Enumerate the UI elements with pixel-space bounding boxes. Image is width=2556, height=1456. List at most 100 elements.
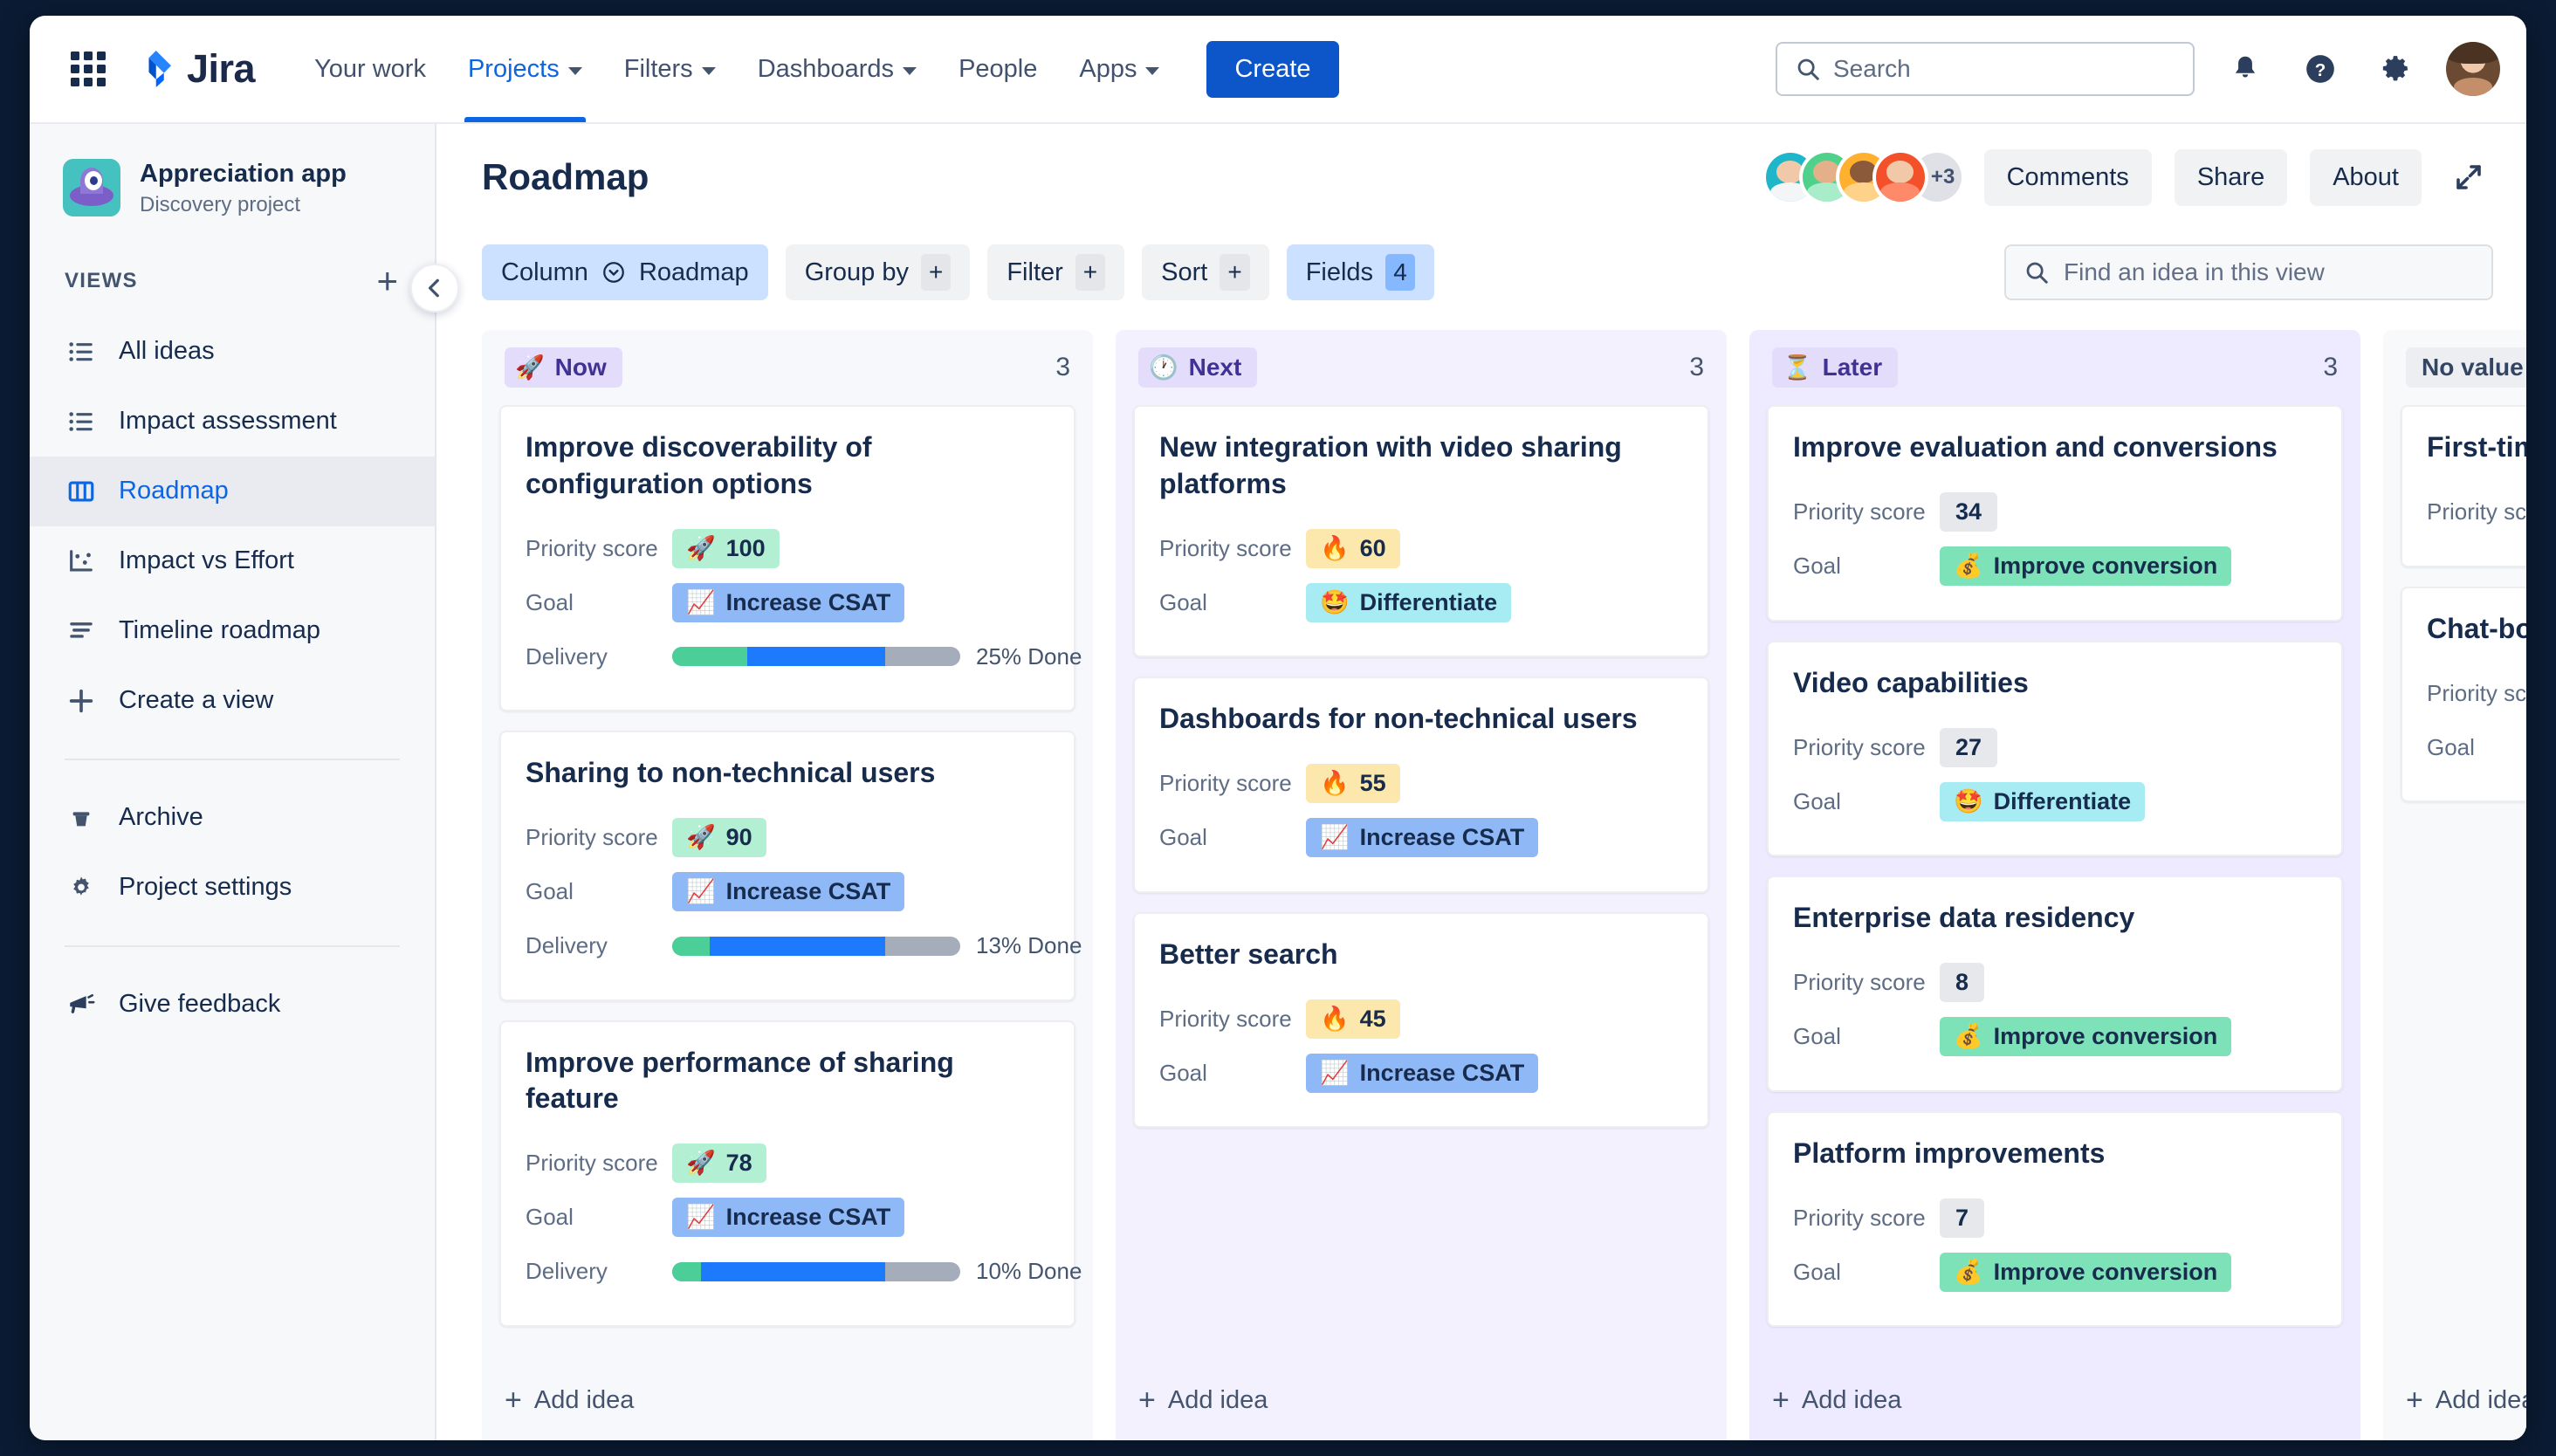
share-button[interactable]: Share: [2174, 148, 2288, 206]
nav-dashboards[interactable]: Dashboards: [739, 16, 936, 122]
priority-score-chip[interactable]: 27: [1940, 727, 1998, 767]
priority-score-chip[interactable]: 🚀 90: [672, 818, 766, 858]
create-button[interactable]: Create: [1206, 40, 1339, 98]
goal-chip[interactable]: 💰 Improve conversion: [1940, 1017, 2232, 1057]
nav-filters[interactable]: Filters: [605, 16, 735, 122]
priority-score-value: 100: [725, 534, 766, 561]
profile-avatar[interactable]: [2446, 42, 2500, 96]
sidebar-item-give-feedback[interactable]: Give feedback: [30, 970, 435, 1040]
add-idea-button[interactable]: + Add idea: [1772, 1385, 1901, 1415]
priority-score-chip[interactable]: 34: [1940, 492, 1998, 532]
idea-card[interactable]: Video capabilities Priority score 27 Goal 🤩 D…: [1767, 640, 2343, 857]
views-section-header: VIEWS +: [30, 262, 435, 299]
idea-card[interactable]: Improve discoverability of configuration…: [499, 405, 1082, 712]
idea-card[interactable]: Sharing to non-technical users Priority s…: [499, 731, 1082, 1001]
delivery-row: Delivery 10% Done: [526, 1245, 1082, 1299]
goal-chip[interactable]: 📈 Increase CSAT: [672, 872, 905, 912]
notification-bell-icon[interactable]: [2221, 45, 2270, 93]
priority-score-label: Priority score: [1793, 1204, 1926, 1231]
priority-score-label: Priority score: [526, 1150, 658, 1177]
column-status-badge[interactable]: 🚀 Now: [505, 347, 622, 388]
nav-label: Projects: [467, 54, 560, 83]
views-label: VIEWS: [65, 268, 138, 292]
idea-card[interactable]: Dashboards for non-technical users Priori…: [1133, 676, 1709, 893]
sidebar-item-project-settings[interactable]: Project settings: [30, 853, 435, 923]
priority-score-chip[interactable]: 🚀 78: [672, 1144, 766, 1184]
goal-value: Improve conversion: [1993, 1023, 2218, 1050]
column-status-badge[interactable]: No value: [2406, 347, 2526, 388]
app-switcher-icon[interactable]: [65, 45, 112, 93]
idea-title: First-time ex: [2427, 431, 2526, 463]
find-idea-input[interactable]: Find an idea in this view: [2004, 244, 2493, 300]
goal-chip[interactable]: 📈 Increase CSAT: [672, 582, 905, 622]
priority-score-row: Priority score 🚀 78: [526, 1137, 1049, 1191]
sidebar-item-timeline-roadmap[interactable]: Timeline roadmap: [30, 596, 435, 666]
idea-card[interactable]: Enterprise data residency Priority score 8…: [1767, 876, 2343, 1092]
sidebar-item-all-ideas[interactable]: All ideas: [30, 317, 435, 387]
sidebar-divider: [65, 758, 400, 760]
goal-chip[interactable]: 💰 Improve conversion: [1940, 1252, 2232, 1292]
column-status-badge[interactable]: 🕐 Next: [1138, 347, 1258, 388]
nav-projects[interactable]: Projects: [449, 16, 601, 122]
goal-chip[interactable]: 💰 Improve conversion: [1940, 546, 2232, 587]
expand-diagonal-icon[interactable]: [2444, 153, 2493, 202]
column-field-button[interactable]: Column Roadmap: [482, 244, 768, 300]
add-view-icon[interactable]: +: [376, 262, 398, 299]
add-idea-button[interactable]: + Add idea: [1138, 1385, 1268, 1415]
idea-card[interactable]: Platform improvements Priority score 7 Goal…: [1767, 1110, 2343, 1328]
comments-button[interactable]: Comments: [1983, 148, 2152, 206]
sidebar-item-impact-assessment[interactable]: Impact assessment: [30, 387, 435, 457]
sidebar-item-roadmap[interactable]: Roadmap: [30, 456, 435, 526]
global-search-input[interactable]: Search: [1776, 42, 2195, 96]
sort-button[interactable]: Sort +: [1142, 244, 1269, 300]
column-status-badge[interactable]: ⏳ Later: [1772, 347, 1899, 388]
add-idea-button[interactable]: + Add idea: [2406, 1385, 2526, 1415]
idea-card[interactable]: Improve evaluation and conversions Priori…: [1767, 405, 2343, 622]
delivery-label: Delivery: [526, 642, 608, 670]
goal-emoji-icon: 📈: [686, 878, 716, 905]
goal-emoji-icon: 📈: [686, 1204, 716, 1231]
group-by-button[interactable]: Group by +: [785, 244, 971, 300]
nav-label: Your work: [314, 54, 426, 83]
nav-people[interactable]: People: [939, 16, 1056, 122]
goal-chip[interactable]: 📈 Increase CSAT: [1306, 818, 1539, 858]
priority-score-chip[interactable]: 🚀 100: [672, 528, 780, 568]
settings-gear-icon[interactable]: [2371, 45, 2420, 93]
goal-chip[interactable]: 🤩 Differentiate: [1940, 781, 2146, 821]
column-emoji-icon: ⏳: [1783, 354, 1812, 381]
about-button[interactable]: About: [2310, 148, 2422, 206]
idea-card[interactable]: Improve performance of sharing feature Pr…: [499, 1020, 1082, 1327]
priority-score-chip[interactable]: 7: [1940, 1198, 1985, 1238]
nav-apps[interactable]: Apps: [1060, 16, 1178, 122]
idea-card[interactable]: Chat-bot su Priority score6Goal🤩: [2401, 586, 2526, 803]
jira-logo[interactable]: Jira: [134, 46, 256, 92]
goal-row: Goal 📈 Increase CSAT: [526, 575, 1049, 629]
sort-add-pill: +: [1220, 254, 1250, 291]
priority-score-chip[interactable]: 8: [1940, 963, 1985, 1003]
sidebar-item-impact-vs-effort[interactable]: Impact vs Effort: [30, 526, 435, 596]
collaborator-avatars[interactable]: +3: [1765, 153, 1962, 202]
priority-score-chip[interactable]: 🔥 55: [1306, 764, 1400, 804]
sidebar-item-archive[interactable]: Archive: [30, 783, 435, 853]
nav-label: Filters: [623, 54, 693, 83]
idea-card[interactable]: Better search Priority score 🔥 45 Goal 📈 Incre…: [1133, 911, 1709, 1129]
goal-chip[interactable]: 📈 Increase CSAT: [1306, 1053, 1539, 1093]
collapse-sidebar-button[interactable]: [410, 264, 459, 312]
goal-value: Increase CSAT: [1359, 1059, 1525, 1086]
goal-chip[interactable]: 🤩 Differentiate: [1306, 582, 1512, 622]
nav-your-work[interactable]: Your work: [295, 16, 445, 122]
project-header[interactable]: Appreciation app Discovery project: [30, 159, 435, 217]
idea-card[interactable]: New integration with video sharing platf…: [1133, 405, 1709, 658]
goal-chip[interactable]: 📈 Increase CSAT: [672, 1198, 905, 1238]
filter-button[interactable]: Filter +: [987, 244, 1125, 300]
board-column: ⏳ Later 3 Improve evaluation and conversion…: [1749, 330, 2360, 1440]
sidebar-item-create-a-view[interactable]: Create a view: [30, 666, 435, 736]
page-title: Roadmap: [482, 156, 649, 197]
priority-score-chip[interactable]: 🔥 45: [1306, 999, 1400, 1039]
idea-card[interactable]: First-time ex Priority score6: [2401, 405, 2526, 567]
add-idea-button[interactable]: + Add idea: [505, 1385, 634, 1415]
priority-score-chip[interactable]: 🔥 60: [1306, 528, 1400, 568]
fields-button[interactable]: Fields 4: [1286, 244, 1435, 300]
megaphone-icon: [65, 988, 98, 1021]
help-icon[interactable]: ?: [2296, 45, 2345, 93]
